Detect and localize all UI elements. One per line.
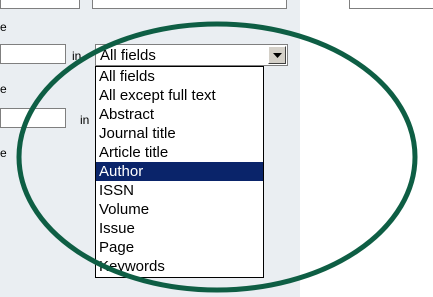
option-journal-title[interactable]: Journal title [96,124,263,143]
option-issn[interactable]: ISSN [96,181,263,200]
row-label-1: e [0,20,7,34]
option-issue[interactable]: Issue [96,219,263,238]
option-article-title[interactable]: Article title [96,143,263,162]
option-volume[interactable]: Volume [96,200,263,219]
option-all-except-full-text[interactable]: All except full text [96,86,263,105]
right-panel [300,0,433,297]
top-field-1[interactable] [0,0,80,9]
field-dropdown-list: All fields All except full text Abstract… [95,66,264,278]
in-label-1: in [72,49,82,63]
option-all-fields[interactable]: All fields [96,67,263,86]
row-label-3: e [0,146,7,160]
field-select-value: All fields [100,47,156,64]
option-abstract[interactable]: Abstract [96,105,263,124]
top-field-2[interactable] [92,0,287,9]
field-select[interactable]: All fields [95,44,288,66]
option-page[interactable]: Page [96,238,263,257]
search-term-input-2[interactable] [0,108,66,128]
option-keywords[interactable]: Keywords [96,257,263,276]
chevron-down-icon [273,53,282,58]
dropdown-button[interactable] [268,46,286,64]
top-field-3[interactable] [349,0,433,9]
search-term-input-1[interactable] [0,44,66,64]
in-label-2: in [80,113,90,127]
option-author[interactable]: Author [96,162,263,181]
row-label-2: e [0,82,7,96]
